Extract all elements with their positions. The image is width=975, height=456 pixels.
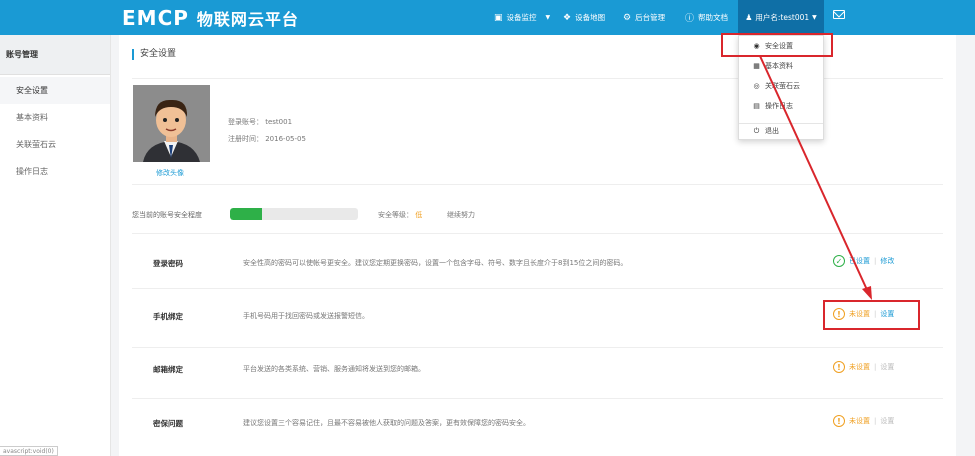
security-progress-bar <box>230 208 358 220</box>
security-level-label: 您当前的账号安全程度 <box>132 211 202 219</box>
row-name-security-question: 密保问题 <box>153 419 183 428</box>
row-name-phone: 手机绑定 <box>153 312 183 321</box>
set-security-question-link[interactable]: 设置 <box>880 416 894 426</box>
map-icon: ❖ <box>563 12 572 23</box>
profile-card-icon: ▦ <box>753 62 760 70</box>
security-level-value: 低 <box>415 211 423 219</box>
divider <box>132 184 943 185</box>
dropdown-item-profile[interactable]: ▦ 基本资料 <box>739 57 823 75</box>
row-status-password: ✓ 已设置 | 修改 <box>833 255 894 267</box>
row-desc-email: 平台发送的各类系统、营销、服务通知将发送到您的邮箱。 <box>243 365 425 373</box>
power-icon: ⏻ <box>753 126 760 135</box>
main-panel: 安全设置 修改头像 登录账号： test001 注册时间： 2016-05-05… <box>119 35 956 456</box>
sidebar: 账号管理 安全设置 基本资料 关联萤石云 操作日志 <box>0 35 111 456</box>
user-menu-label: 用户名:test001 <box>755 13 810 22</box>
separator: | <box>874 257 877 265</box>
status-label: 已设置 <box>849 257 870 265</box>
sidebar-item-ezviz[interactable]: 关联萤石云 <box>0 131 110 158</box>
logo[interactable]: EMCP 物联网云平台 <box>122 6 299 30</box>
modify-password-link[interactable]: 修改 <box>880 256 894 266</box>
dropdown-item-label: 操作日志 <box>765 102 793 110</box>
warning-circle-icon: ! <box>833 415 845 427</box>
security-level-prefix: 安全等级： <box>378 211 413 219</box>
security-level-hint: 继续努力 <box>447 211 475 219</box>
top-navbar: EMCP 物联网云平台 ▣ 设备监控 ▼ ❖ 设备地图 ⚙ 后台管理 ⓘ 帮助文… <box>0 0 975 35</box>
dropdown-item-label: 退出 <box>765 127 779 135</box>
chevron-down-icon: ▼ <box>812 14 817 21</box>
nav-label: 帮助文档 <box>698 13 729 22</box>
nav-admin[interactable]: ⚙ 后台管理 <box>623 0 665 35</box>
avatar-image <box>133 85 210 162</box>
sidebar-title: 账号管理 <box>0 35 110 75</box>
row-name-password: 登录密码 <box>153 259 183 268</box>
warning-circle-icon: ! <box>833 361 845 373</box>
sidebar-item-profile[interactable]: 基本资料 <box>0 104 110 131</box>
nav-device-map[interactable]: ❖ 设备地图 <box>563 0 605 35</box>
row-name-email: 邮箱绑定 <box>153 365 183 374</box>
gears-icon: ⚙ <box>623 12 632 23</box>
status-url-hint: avascript:void(0) <box>0 446 58 456</box>
page-title: 安全设置 <box>132 49 176 60</box>
divider <box>132 398 943 399</box>
row-desc-phone: 手机号码用于找回密码或发送报警短信。 <box>243 312 369 320</box>
document-icon: ▤ <box>753 102 760 110</box>
dropdown-item-ezviz[interactable]: ◎ 关联萤石云 <box>739 77 823 95</box>
row-status-email: ! 未设置 | 设置 <box>833 361 894 373</box>
mail-icon[interactable] <box>833 10 845 19</box>
status-label: 未设置 <box>849 417 870 425</box>
nav-device-monitor[interactable]: ▣ 设备监控 ▼ <box>494 0 550 35</box>
row-desc-password: 安全性高的密码可以使帐号更安全。建议您定期更换密码，设置一个包含字母、符号、数字… <box>243 259 628 267</box>
dropdown-item-logout[interactable]: ⏻ 退出 <box>739 122 823 140</box>
set-email-link[interactable]: 设置 <box>880 362 894 372</box>
user-icon: ♟ <box>745 13 753 22</box>
annotation-box-dropdown <box>721 33 833 57</box>
nav-label: 设备监控 <box>506 13 537 22</box>
divider <box>132 233 943 234</box>
separator: | <box>874 363 877 371</box>
dropdown-item-label: 基本资料 <box>765 62 793 70</box>
separator: | <box>874 417 877 425</box>
sidebar-item-logs[interactable]: 操作日志 <box>0 158 110 185</box>
nav-help-docs[interactable]: ⓘ 帮助文档 <box>685 0 728 35</box>
avatar <box>133 85 210 162</box>
logo-mark: EMCP <box>122 6 189 30</box>
dropdown-item-label: 关联萤石云 <box>765 82 800 90</box>
annotation-box-phone <box>823 300 920 330</box>
help-icon: ⓘ <box>685 14 695 24</box>
link-circle-icon: ◎ <box>753 82 760 90</box>
divider <box>132 347 943 348</box>
status-label: 未设置 <box>849 363 870 371</box>
divider <box>132 288 943 289</box>
nav-label: 后台管理 <box>635 13 666 22</box>
row-status-security-question: ! 未设置 | 设置 <box>833 415 894 427</box>
user-menu-toggle[interactable]: ♟ 用户名:test001 ▼ <box>738 0 824 35</box>
row-desc-security-question: 建议您设置三个容易记住，且最不容易被他人获取的问题及答案，更有效保障您的密码安全… <box>243 419 530 427</box>
security-progress-fill <box>230 208 262 220</box>
change-avatar-link[interactable]: 修改头像 <box>156 168 184 178</box>
logo-title: 物联网云平台 <box>196 10 299 29</box>
monitor-icon: ▣ <box>494 12 503 23</box>
register-date-label: 注册时间： 2016-05-05 <box>228 135 306 143</box>
chevron-down-icon: ▼ <box>545 14 551 21</box>
check-circle-icon: ✓ <box>833 255 845 267</box>
nav-label: 设备地图 <box>575 13 606 22</box>
account-label: 登录账号： test001 <box>228 118 293 126</box>
security-level-text: 安全等级： 低 <box>378 210 422 220</box>
sidebar-item-security[interactable]: 安全设置 <box>0 77 110 104</box>
dropdown-item-logs[interactable]: ▤ 操作日志 <box>739 97 823 115</box>
